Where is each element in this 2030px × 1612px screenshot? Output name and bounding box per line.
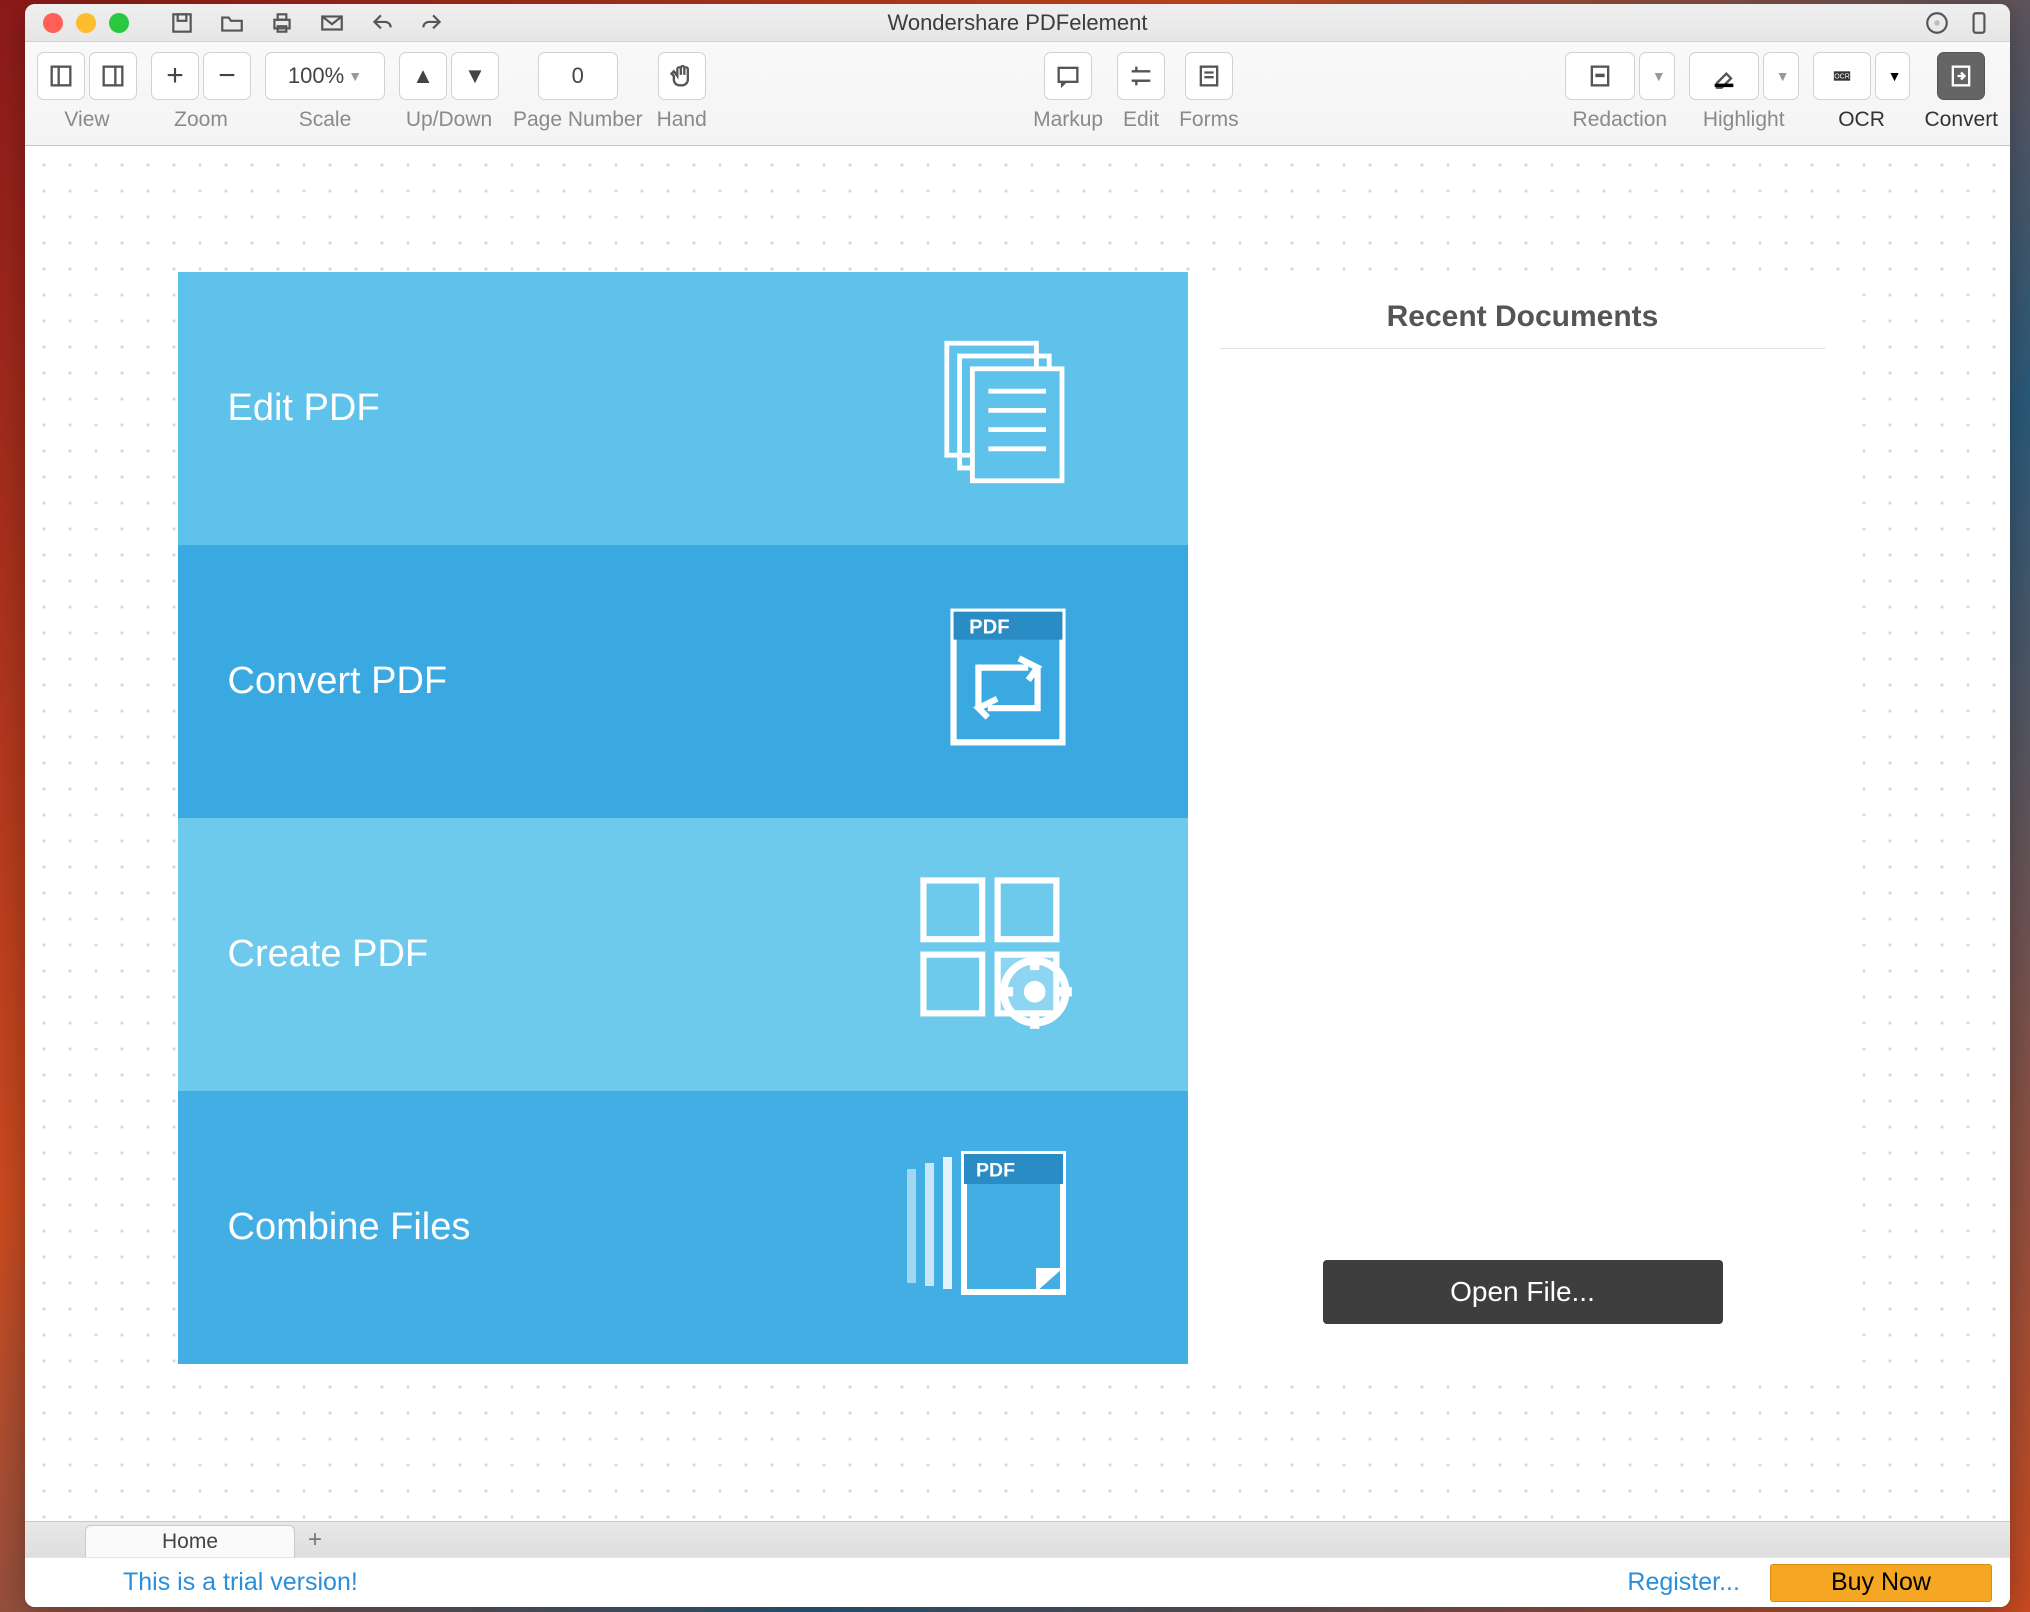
tab-home[interactable]: Home	[85, 1525, 295, 1557]
edit-pdf-label: Edit PDF	[228, 387, 380, 430]
convert-label: Convert	[1924, 108, 1998, 132]
ocr-button[interactable]: OCR	[1813, 52, 1871, 100]
convert-group: Convert	[1924, 52, 1998, 132]
view-double-button[interactable]	[89, 52, 137, 100]
register-link[interactable]: Register...	[1627, 1568, 1740, 1597]
app-window: Wondershare PDFelement View + − Zoom 100…	[25, 4, 2010, 1607]
hand-label: Hand	[657, 108, 707, 132]
help-icon[interactable]	[1924, 10, 1950, 36]
pagenum-label: Page Number	[513, 108, 643, 132]
convert-button[interactable]	[1937, 52, 1985, 100]
view-group: View	[37, 52, 137, 132]
page-up-button[interactable]: ▲	[399, 52, 447, 100]
zoom-in-button[interactable]: +	[151, 52, 199, 100]
ocr-dropdown[interactable]: ▼	[1875, 52, 1911, 100]
zoom-out-button[interactable]: −	[203, 52, 251, 100]
tab-add-button[interactable]: +	[295, 1522, 335, 1557]
titlebar: Wondershare PDFelement	[25, 4, 2010, 42]
convert-pdf-icon: PDF	[938, 597, 1078, 767]
edit-group: Edit	[1117, 52, 1165, 132]
trial-notice: This is a trial version!	[123, 1568, 358, 1597]
minimize-window-button[interactable]	[76, 13, 96, 33]
redaction-group: ▼ Redaction	[1565, 52, 1675, 132]
scale-dropdown[interactable]: 100%▼	[265, 52, 385, 100]
hand-group: Hand	[657, 52, 707, 132]
ocr-label: OCR	[1838, 108, 1885, 132]
recent-documents-title: Recent Documents	[1220, 300, 1826, 349]
redaction-dropdown[interactable]: ▼	[1639, 52, 1675, 100]
redaction-label: Redaction	[1573, 108, 1668, 132]
redaction-button[interactable]	[1565, 52, 1635, 100]
updown-label: Up/Down	[406, 108, 492, 132]
create-pdf-label: Create PDF	[228, 933, 429, 976]
close-window-button[interactable]	[43, 13, 63, 33]
hand-tool-button[interactable]	[658, 52, 706, 100]
pagenum-group: 0 Page Number	[513, 52, 643, 132]
mail-icon[interactable]	[319, 10, 345, 36]
edit-label: Edit	[1123, 108, 1159, 132]
forms-label: Forms	[1179, 108, 1239, 132]
actions-column: Edit PDF Convert P	[178, 272, 1188, 1364]
start-panel: Edit PDF Convert P	[178, 272, 1858, 1364]
page-number-input[interactable]: 0	[538, 52, 618, 100]
open-folder-icon[interactable]	[219, 10, 245, 36]
convert-pdf-card[interactable]: Convert PDF PDF	[178, 545, 1188, 818]
print-icon[interactable]	[269, 10, 295, 36]
buy-now-label: Buy Now	[1831, 1568, 1931, 1597]
device-icon[interactable]	[1966, 10, 1992, 36]
page-number-value: 0	[572, 63, 584, 89]
tab-home-label: Home	[162, 1530, 218, 1554]
highlight-dropdown[interactable]: ▼	[1763, 52, 1799, 100]
highlight-button[interactable]	[1689, 52, 1759, 100]
svg-text:OCR: OCR	[1834, 73, 1850, 80]
maximize-window-button[interactable]	[109, 13, 129, 33]
edit-pdf-icon	[918, 324, 1078, 494]
buy-now-button[interactable]: Buy Now	[1770, 1564, 1992, 1602]
edit-button[interactable]	[1117, 52, 1165, 100]
convert-badge-text: PDF	[969, 616, 1009, 638]
scale-label: Scale	[299, 108, 352, 132]
save-icon[interactable]	[169, 10, 195, 36]
forms-group: Forms	[1179, 52, 1239, 132]
scale-value: 100%	[288, 63, 344, 89]
open-file-label: Open File...	[1450, 1276, 1595, 1308]
zoom-label: Zoom	[174, 108, 228, 132]
bottombar: This is a trial version! Register... Buy…	[25, 1557, 2010, 1607]
toolbar: View + − Zoom 100%▼ Scale ▲ ▼ Up/Down 0	[25, 42, 2010, 146]
page-down-button[interactable]: ▼	[451, 52, 499, 100]
scale-group: 100%▼ Scale	[265, 52, 385, 132]
markup-button[interactable]	[1044, 52, 1092, 100]
window-controls	[25, 13, 129, 33]
highlight-group: ▼ Highlight	[1689, 52, 1799, 132]
combine-files-label: Combine Files	[228, 1206, 471, 1249]
titlebar-quick-icons	[169, 10, 445, 36]
ocr-group: OCR ▼ OCR	[1813, 52, 1911, 132]
tabbar: Home +	[25, 1521, 2010, 1557]
create-pdf-icon	[908, 865, 1078, 1045]
redo-icon[interactable]	[419, 10, 445, 36]
forms-button[interactable]	[1185, 52, 1233, 100]
open-file-button[interactable]: Open File...	[1323, 1260, 1723, 1324]
view-single-button[interactable]	[37, 52, 85, 100]
edit-pdf-card[interactable]: Edit PDF	[178, 272, 1188, 545]
combine-files-icon: PDF	[898, 1143, 1078, 1313]
highlight-label: Highlight	[1703, 108, 1785, 132]
markup-label: Markup	[1033, 108, 1103, 132]
recent-column: Recent Documents Open File...	[1188, 272, 1858, 1364]
view-label: View	[64, 108, 109, 132]
create-pdf-card[interactable]: Create PDF	[178, 818, 1188, 1091]
combine-files-card[interactable]: Combine Files PDF	[178, 1091, 1188, 1364]
convert-pdf-label: Convert PDF	[228, 660, 448, 703]
workspace: Edit PDF Convert P	[25, 146, 2010, 1521]
undo-icon[interactable]	[369, 10, 395, 36]
updown-group: ▲ ▼ Up/Down	[399, 52, 499, 132]
markup-group: Markup	[1033, 52, 1103, 132]
zoom-group: + − Zoom	[151, 52, 251, 132]
combine-badge-text: PDF	[976, 1159, 1015, 1181]
